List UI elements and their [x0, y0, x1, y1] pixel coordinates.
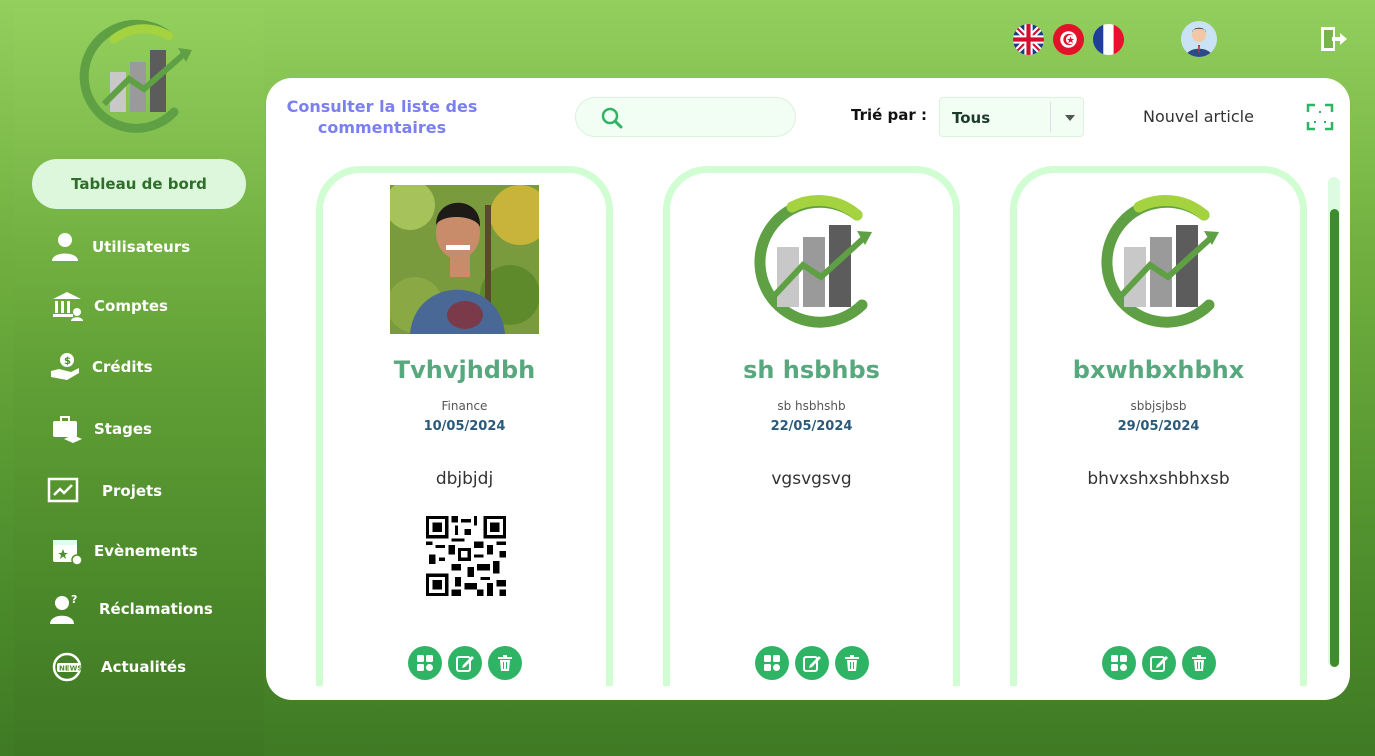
article-card: sh hsbhbs sb hsbhshb 22/05/2024 vgsvgsvg	[663, 166, 960, 686]
article-logo-image	[754, 195, 872, 328]
news-icon: NEWS	[48, 650, 86, 684]
article-card: bxwhbxhbhx sbbjsjbsb 29/05/2024 bhvxshxs…	[1010, 166, 1307, 686]
new-article-button[interactable]: Nouvel article	[1143, 107, 1254, 126]
card-category: Finance	[441, 399, 488, 413]
sidebar-item-label: Réclamations	[99, 600, 213, 618]
grid-icon	[416, 655, 433, 671]
sidebar-item-dashboard[interactable]: Tableau de bord	[32, 159, 246, 209]
grid-icon	[1110, 655, 1127, 671]
sidebar-item-news[interactable]: NEWS Actualités	[48, 647, 258, 687]
delete-button[interactable]	[1181, 646, 1216, 680]
svg-text:?: ?	[71, 593, 77, 606]
sidebar-item-label: Actualités	[101, 658, 187, 676]
trash-icon	[497, 655, 512, 671]
search-input[interactable]	[632, 106, 782, 130]
article-photo	[390, 185, 539, 334]
card-title: bxwhbxhbhx	[1072, 356, 1245, 384]
sort-label: Trié par :	[851, 106, 927, 124]
logout-icon[interactable]	[1318, 24, 1348, 54]
card-category: sbbjsjbsb	[1130, 399, 1187, 413]
edit-button[interactable]	[1141, 646, 1176, 680]
sort-dropdown[interactable]: Tous	[939, 97, 1084, 137]
page-title[interactable]: Consulter la liste des commentaires	[282, 96, 482, 138]
card-date: 10/05/2024	[423, 419, 506, 434]
sidebar-item-users[interactable]: Utilisateurs	[46, 227, 256, 267]
trash-icon	[844, 655, 859, 671]
sidebar-item-complaints[interactable]: ? Réclamations	[46, 589, 256, 629]
bank-icon	[48, 289, 86, 323]
card-description: vgsvgsvg	[771, 469, 852, 489]
view-button[interactable]	[754, 646, 789, 680]
sidebar-item-label: Utilisateurs	[92, 238, 191, 256]
article-logo-image	[1101, 195, 1219, 328]
sort-value: Tous	[952, 109, 991, 127]
scrollbar-thumb[interactable]	[1330, 209, 1339, 667]
svg-text:NEWS: NEWS	[59, 665, 82, 673]
chart-board-icon	[44, 474, 82, 508]
view-button[interactable]	[407, 646, 442, 680]
calendar-icon	[48, 534, 86, 568]
france-flag-icon[interactable]	[1093, 24, 1124, 55]
card-date: 22/05/2024	[770, 419, 853, 434]
article-card: Tvhvjhdbh Finance 10/05/2024 dbjbjdj	[316, 166, 613, 686]
delete-button[interactable]	[487, 646, 522, 680]
edit-icon	[802, 656, 821, 672]
card-title: Tvhvjhdbh	[393, 356, 536, 384]
sidebar-item-label: Crédits	[92, 358, 153, 376]
main-panel: Consulter la liste des commentaires Trié…	[266, 78, 1350, 700]
fullscreen-icon[interactable]	[1306, 103, 1334, 131]
edit-icon	[455, 656, 474, 672]
card-actions	[670, 646, 953, 680]
uk-flag-icon[interactable]	[1013, 24, 1044, 55]
edit-button[interactable]	[794, 646, 829, 680]
sidebar-item-label: Projets	[102, 482, 163, 500]
sidebar-item-credits[interactable]: $ Crédits	[46, 347, 256, 387]
sidebar-item-label: Evènements	[94, 542, 198, 560]
sidebar-item-events[interactable]: Evènements	[48, 531, 258, 571]
svg-text:$: $	[64, 356, 71, 367]
money-hand-icon: $	[46, 350, 84, 384]
user-avatar[interactable]	[1181, 21, 1217, 57]
qr-code	[426, 516, 506, 596]
search-icon	[601, 107, 623, 129]
sidebar-item-accounts[interactable]: Comptes	[48, 286, 258, 326]
app-logo	[79, 19, 192, 133]
card-actions	[323, 646, 606, 680]
delete-button[interactable]	[834, 646, 869, 680]
view-button[interactable]	[1101, 646, 1136, 680]
card-date: 29/05/2024	[1117, 419, 1200, 434]
sidebar-item-projects[interactable]: Projets	[44, 471, 254, 511]
briefcase-icon	[48, 412, 86, 446]
sidebar-item-label: Comptes	[94, 297, 168, 315]
divider	[1050, 102, 1051, 132]
question-user-icon: ?	[46, 592, 84, 626]
trash-icon	[1191, 655, 1206, 671]
sidebar-item-label: Stages	[94, 420, 152, 438]
search-box[interactable]	[575, 97, 796, 137]
grid-icon	[763, 655, 780, 671]
user-icon	[46, 230, 84, 264]
card-title: sh hsbhbs	[743, 356, 880, 384]
card-actions	[1017, 646, 1300, 680]
card-category: sb hsbhshb	[777, 399, 846, 413]
caret-down-icon	[1065, 115, 1075, 121]
sidebar-item-internships[interactable]: Stages	[48, 409, 258, 449]
tunisia-flag-icon[interactable]	[1053, 24, 1084, 55]
edit-button[interactable]	[447, 646, 482, 680]
card-description: dbjbjdj	[435, 469, 494, 489]
card-description: bhvxshxshbhxsb	[1087, 469, 1230, 489]
edit-icon	[1149, 656, 1168, 672]
